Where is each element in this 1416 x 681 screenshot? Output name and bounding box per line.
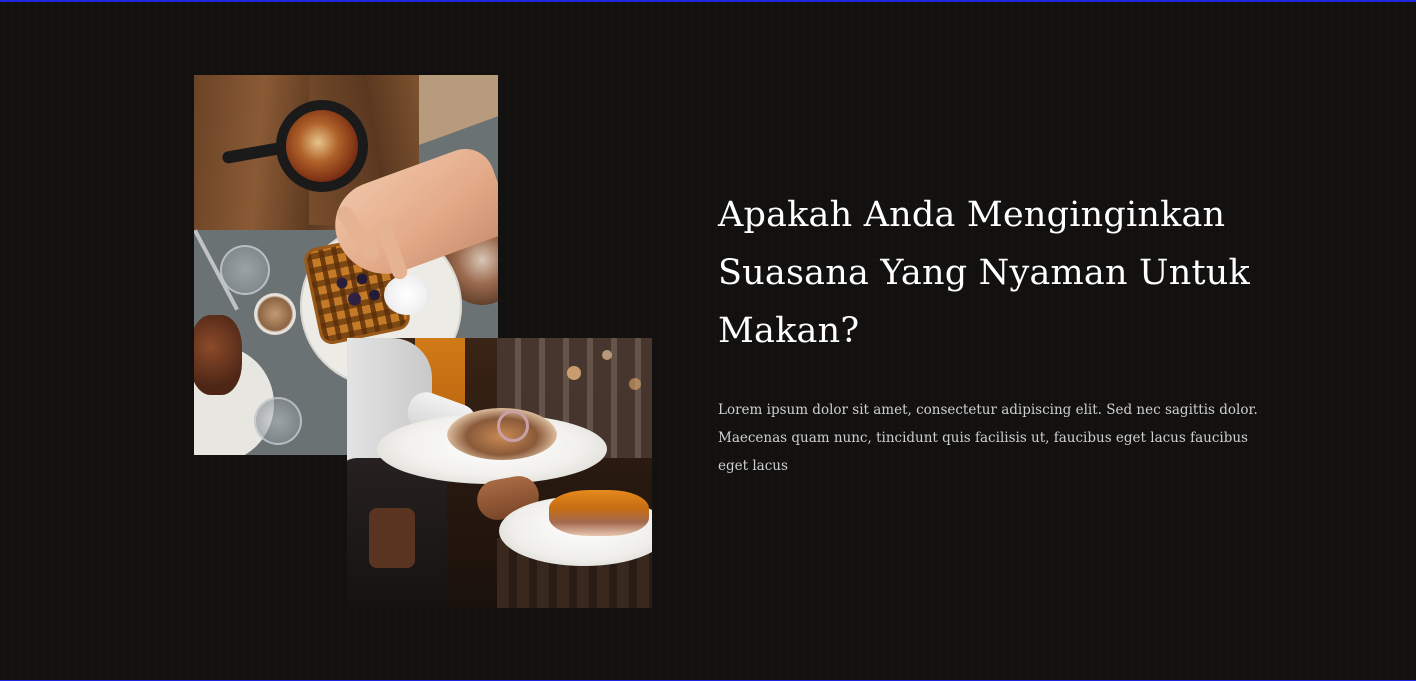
waiter-serving-plates-photo <box>347 338 652 608</box>
section-description: Lorem ipsum dolor sit amet, consectetur … <box>718 402 1258 474</box>
top-border-line <box>0 0 1416 2</box>
section-heading: Apakah Anda Menginginkan Suasana Yang Ny… <box>718 195 1250 351</box>
intro-text-block: Apakah Anda Menginginkan Suasana Yang Ny… <box>718 186 1278 360</box>
